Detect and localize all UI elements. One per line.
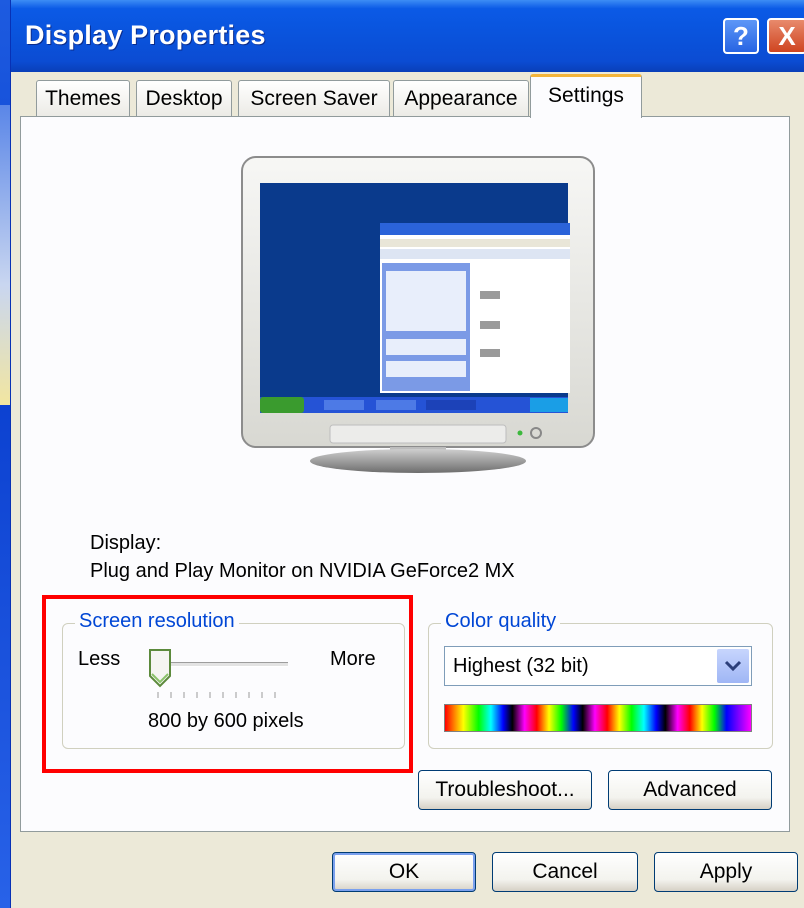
color-quality-preview-bar xyxy=(444,704,752,732)
color-quality-legend: Color quality xyxy=(441,610,561,633)
display-device-text: Plug and Play Monitor on NVIDIA GeForce2… xyxy=(90,560,515,582)
chevron-down-icon[interactable] xyxy=(717,649,749,683)
highlight-annotation-box xyxy=(42,595,413,773)
tab-themes[interactable]: Themes xyxy=(36,80,130,116)
tab-desktop[interactable]: Desktop xyxy=(136,80,232,116)
tab-appearance[interactable]: Appearance xyxy=(393,80,529,116)
help-button[interactable]: ? xyxy=(723,18,759,54)
ok-button[interactable]: OK xyxy=(332,852,476,892)
tab-settings[interactable]: Settings xyxy=(530,74,642,118)
color-quality-select[interactable]: Highest (32 bit) xyxy=(444,646,752,686)
title-bar[interactable]: Display Properties ? X xyxy=(11,0,804,72)
close-button[interactable]: X xyxy=(767,18,804,54)
color-quality-selected: Highest (32 bit) xyxy=(453,655,589,677)
window-title: Display Properties xyxy=(25,20,266,50)
apply-button[interactable]: Apply xyxy=(654,852,798,892)
cancel-button[interactable]: Cancel xyxy=(492,852,638,892)
help-icon: ? xyxy=(733,21,749,51)
monitor-preview-icon xyxy=(241,156,595,473)
close-icon: X xyxy=(778,21,796,51)
troubleshoot-button[interactable]: Troubleshoot... xyxy=(418,770,592,810)
tab-screen-saver[interactable]: Screen Saver xyxy=(238,80,390,116)
advanced-button[interactable]: Advanced xyxy=(608,770,772,810)
display-label: Display: xyxy=(90,532,162,554)
